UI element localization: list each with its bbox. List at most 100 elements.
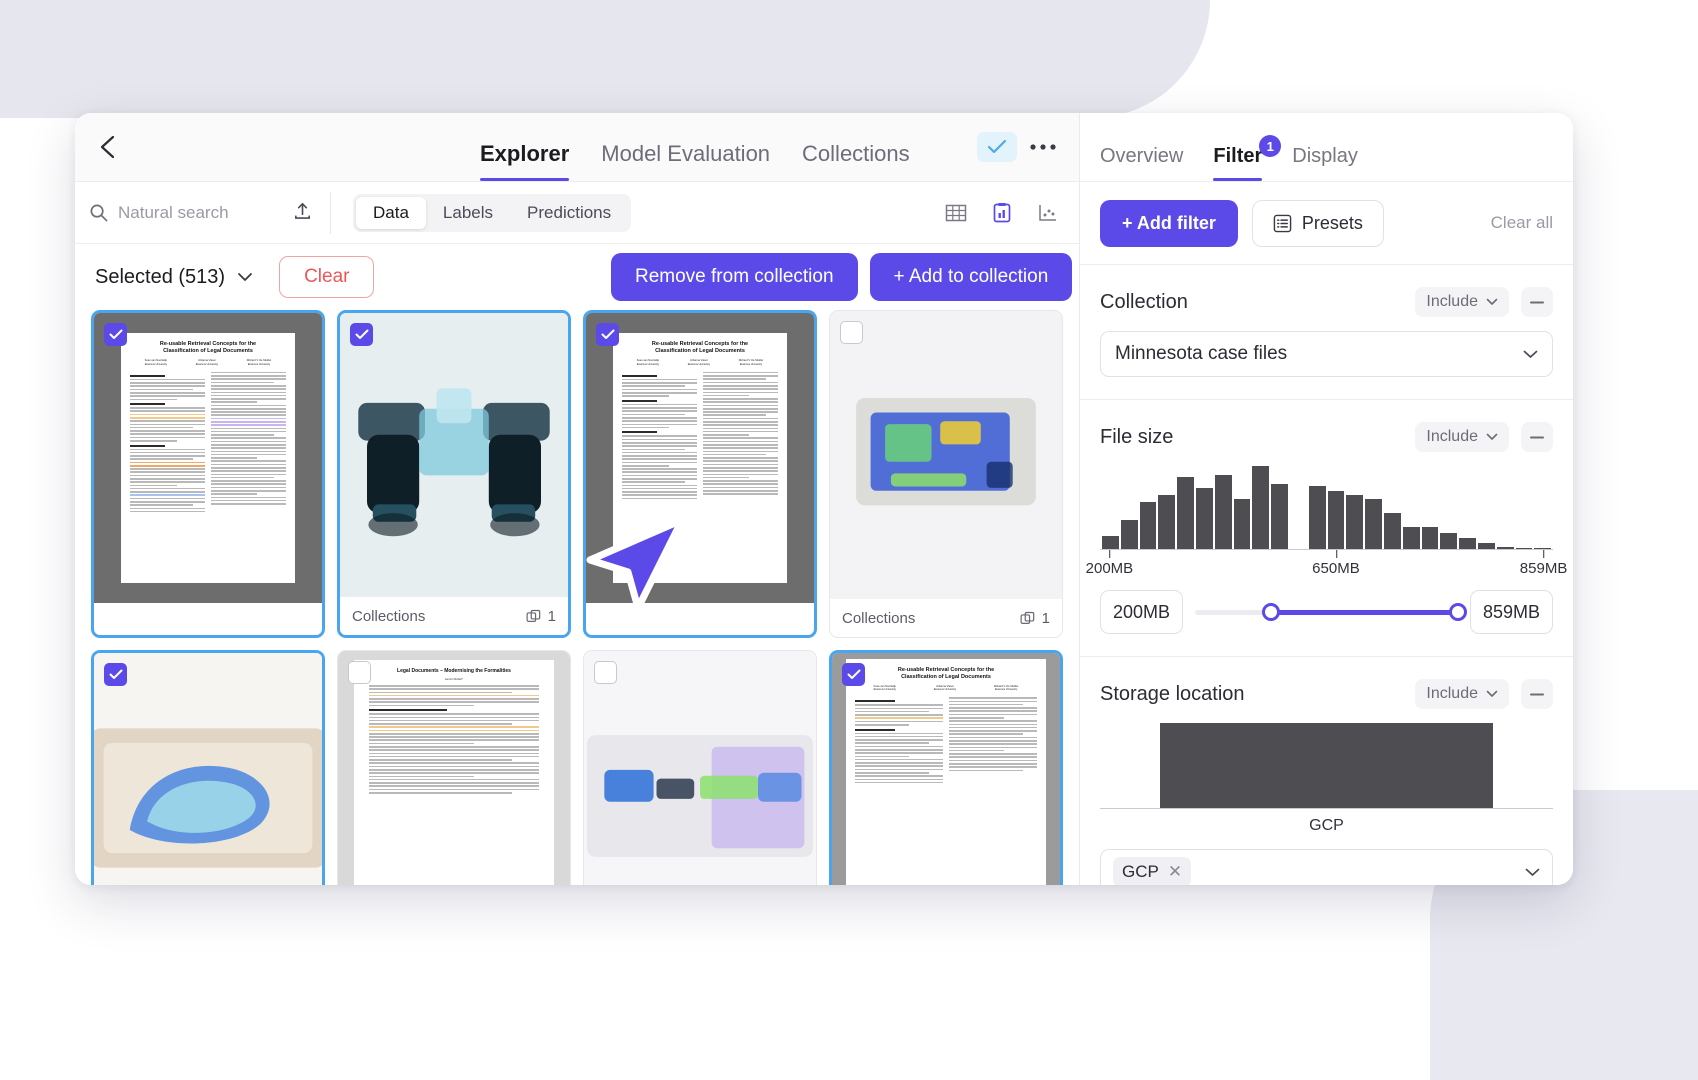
tab-model-evaluation-label: Model Evaluation: [601, 141, 770, 166]
card-checkbox[interactable]: [350, 323, 373, 346]
card-footer-label: Collections: [352, 608, 425, 625]
grid-card[interactable]: Re-usable Retrieval Concepts for theClas…: [583, 310, 817, 638]
filter-actions: + Add filter Presets Clear all: [1080, 182, 1573, 265]
add-to-collection-button[interactable]: + Add to collection: [870, 253, 1073, 301]
panel-tab-filter[interactable]: Filter 1: [1213, 145, 1262, 181]
top-navigation-bar: Explorer Model Evaluation Collections: [75, 113, 1079, 182]
explorer-pane: Explorer Model Evaluation Collections: [75, 113, 1080, 885]
card-collection-count: 1: [1020, 610, 1050, 627]
filter-file-size-title: File size: [1100, 426, 1173, 449]
tab-explorer[interactable]: Explorer: [480, 141, 569, 181]
card-thumbnail: [340, 313, 568, 603]
grid-card[interactable]: Collections 1: [337, 310, 571, 638]
search-input[interactable]: Natural search: [75, 182, 330, 243]
card-thumbnail: Re-usable Retrieval Concepts for theClas…: [832, 653, 1060, 885]
grid-card[interactable]: [91, 650, 325, 885]
close-icon[interactable]: ✕: [1168, 862, 1182, 882]
more-options-button[interactable]: [1023, 130, 1063, 164]
storage-location-chip[interactable]: GCP ✕: [1113, 857, 1191, 885]
panel-tab-display[interactable]: Display: [1292, 145, 1358, 181]
histogram-bar: [1497, 547, 1514, 549]
histogram-bar: [1384, 513, 1401, 549]
presets-button[interactable]: Presets: [1252, 200, 1384, 247]
file-size-min-input[interactable]: 200MB: [1100, 590, 1183, 634]
panel-tab-overview[interactable]: Overview: [1100, 145, 1183, 181]
add-filter-button[interactable]: + Add filter: [1100, 200, 1238, 247]
filter-collection-header: Collection Include: [1100, 287, 1553, 317]
card-checkbox[interactable]: [840, 321, 863, 344]
card-checkbox[interactable]: [596, 323, 619, 346]
histogram-bar: [1271, 484, 1288, 549]
tab-explorer-label: Explorer: [480, 141, 569, 166]
file-size-range-controls: 200MB 859MB: [1100, 590, 1553, 634]
chart-view-icon[interactable]: [991, 202, 1013, 224]
tab-collections[interactable]: Collections: [802, 141, 910, 181]
clear-selection-button[interactable]: Clear: [279, 256, 374, 298]
slider-knob-max[interactable]: [1449, 603, 1467, 621]
file-size-range-slider[interactable]: [1195, 590, 1458, 634]
filter-collection-mode[interactable]: Include: [1415, 287, 1509, 317]
tab-model-evaluation[interactable]: Model Evaluation: [601, 141, 770, 181]
toolbar-divider: [330, 192, 331, 234]
filter-collection-title: Collection: [1100, 291, 1188, 314]
panel-tab-display-label: Display: [1292, 145, 1358, 167]
filter-file-size-header: File size Include: [1100, 422, 1553, 452]
grid-card[interactable]: Re-usable Retrieval Concepts for theClas…: [91, 310, 325, 638]
grid-view-icon[interactable]: [945, 202, 967, 224]
search-toolbar: Natural search Data Labels Predictions: [75, 182, 1079, 244]
clear-all-button[interactable]: Clear all: [1491, 213, 1553, 233]
remove-from-collection-button[interactable]: Remove from collection: [611, 253, 858, 301]
storage-location-bar: [1160, 723, 1493, 808]
collections-icon: [526, 609, 541, 624]
file-size-histogram: [1100, 466, 1553, 550]
grid-card[interactable]: [583, 650, 817, 885]
grid-card[interactable]: Collections 1: [829, 310, 1063, 638]
grid-card[interactable]: Legal Documents – Modernising the Formal…: [337, 650, 571, 885]
storage-location-select[interactable]: GCP ✕: [1100, 849, 1553, 885]
filter-count-badge: 1: [1259, 135, 1281, 157]
card-checkbox[interactable]: [594, 661, 617, 684]
card-collection-count-value: 1: [548, 608, 556, 625]
histogram-tick-label: 650MB: [1312, 560, 1360, 577]
segment-data[interactable]: Data: [356, 197, 426, 229]
card-checkbox[interactable]: [104, 323, 127, 346]
histogram-tick-label: 200MB: [1086, 560, 1134, 577]
segment-predictions[interactable]: Predictions: [510, 197, 628, 229]
data-type-segmented-control: Data Labels Predictions: [353, 194, 631, 232]
selection-toolbar: Selected (513) Clear Remove from collect…: [75, 244, 1079, 310]
filter-storage-location-mode[interactable]: Include: [1415, 679, 1509, 709]
confirm-selection-button[interactable]: [977, 132, 1017, 162]
collections-icon: [1020, 611, 1035, 626]
app-window: Explorer Model Evaluation Collections: [75, 113, 1573, 885]
card-checkbox[interactable]: [842, 663, 865, 686]
topbar-actions: [977, 130, 1063, 164]
thumbnail-grid-container[interactable]: Re-usable Retrieval Concepts for theClas…: [75, 310, 1079, 885]
filter-collection-remove-button[interactable]: [1521, 287, 1553, 317]
panel-tabs: Overview Filter 1 Display: [1080, 113, 1573, 182]
filter-list: Collection Include Minnesota case files: [1080, 265, 1573, 885]
filter-collection-value: Minnesota case files: [1115, 343, 1287, 365]
panel-tab-filter-label: Filter: [1213, 145, 1262, 167]
grid-card[interactable]: Re-usable Retrieval Concepts for theClas…: [829, 650, 1063, 885]
histogram-bar: [1309, 486, 1326, 549]
selection-dropdown-button[interactable]: [237, 272, 253, 282]
tab-collections-label: Collections: [802, 141, 910, 166]
back-button[interactable]: [85, 124, 131, 170]
scatter-view-icon[interactable]: [1037, 202, 1059, 224]
slider-knob-min[interactable]: [1262, 603, 1280, 621]
filter-collection-select[interactable]: Minnesota case files: [1100, 331, 1553, 377]
filter-file-size-mode[interactable]: Include: [1415, 422, 1509, 452]
segment-labels[interactable]: Labels: [426, 197, 510, 229]
filter-collection: Collection Include Minnesota case files: [1080, 265, 1573, 400]
filter-file-size-remove-button[interactable]: [1521, 422, 1553, 452]
card-checkbox[interactable]: [348, 661, 371, 684]
chevron-down-icon: [1486, 298, 1498, 306]
filter-storage-location-remove-button[interactable]: [1521, 679, 1553, 709]
histogram-bar: [1534, 548, 1551, 549]
file-size-max-input[interactable]: 859MB: [1470, 590, 1553, 634]
card-footer: Collections 1: [340, 597, 568, 635]
card-footer: Collections 1: [830, 599, 1062, 637]
chevron-left-icon: [98, 133, 118, 161]
card-checkbox[interactable]: [104, 663, 127, 686]
upload-icon[interactable]: [293, 201, 312, 225]
